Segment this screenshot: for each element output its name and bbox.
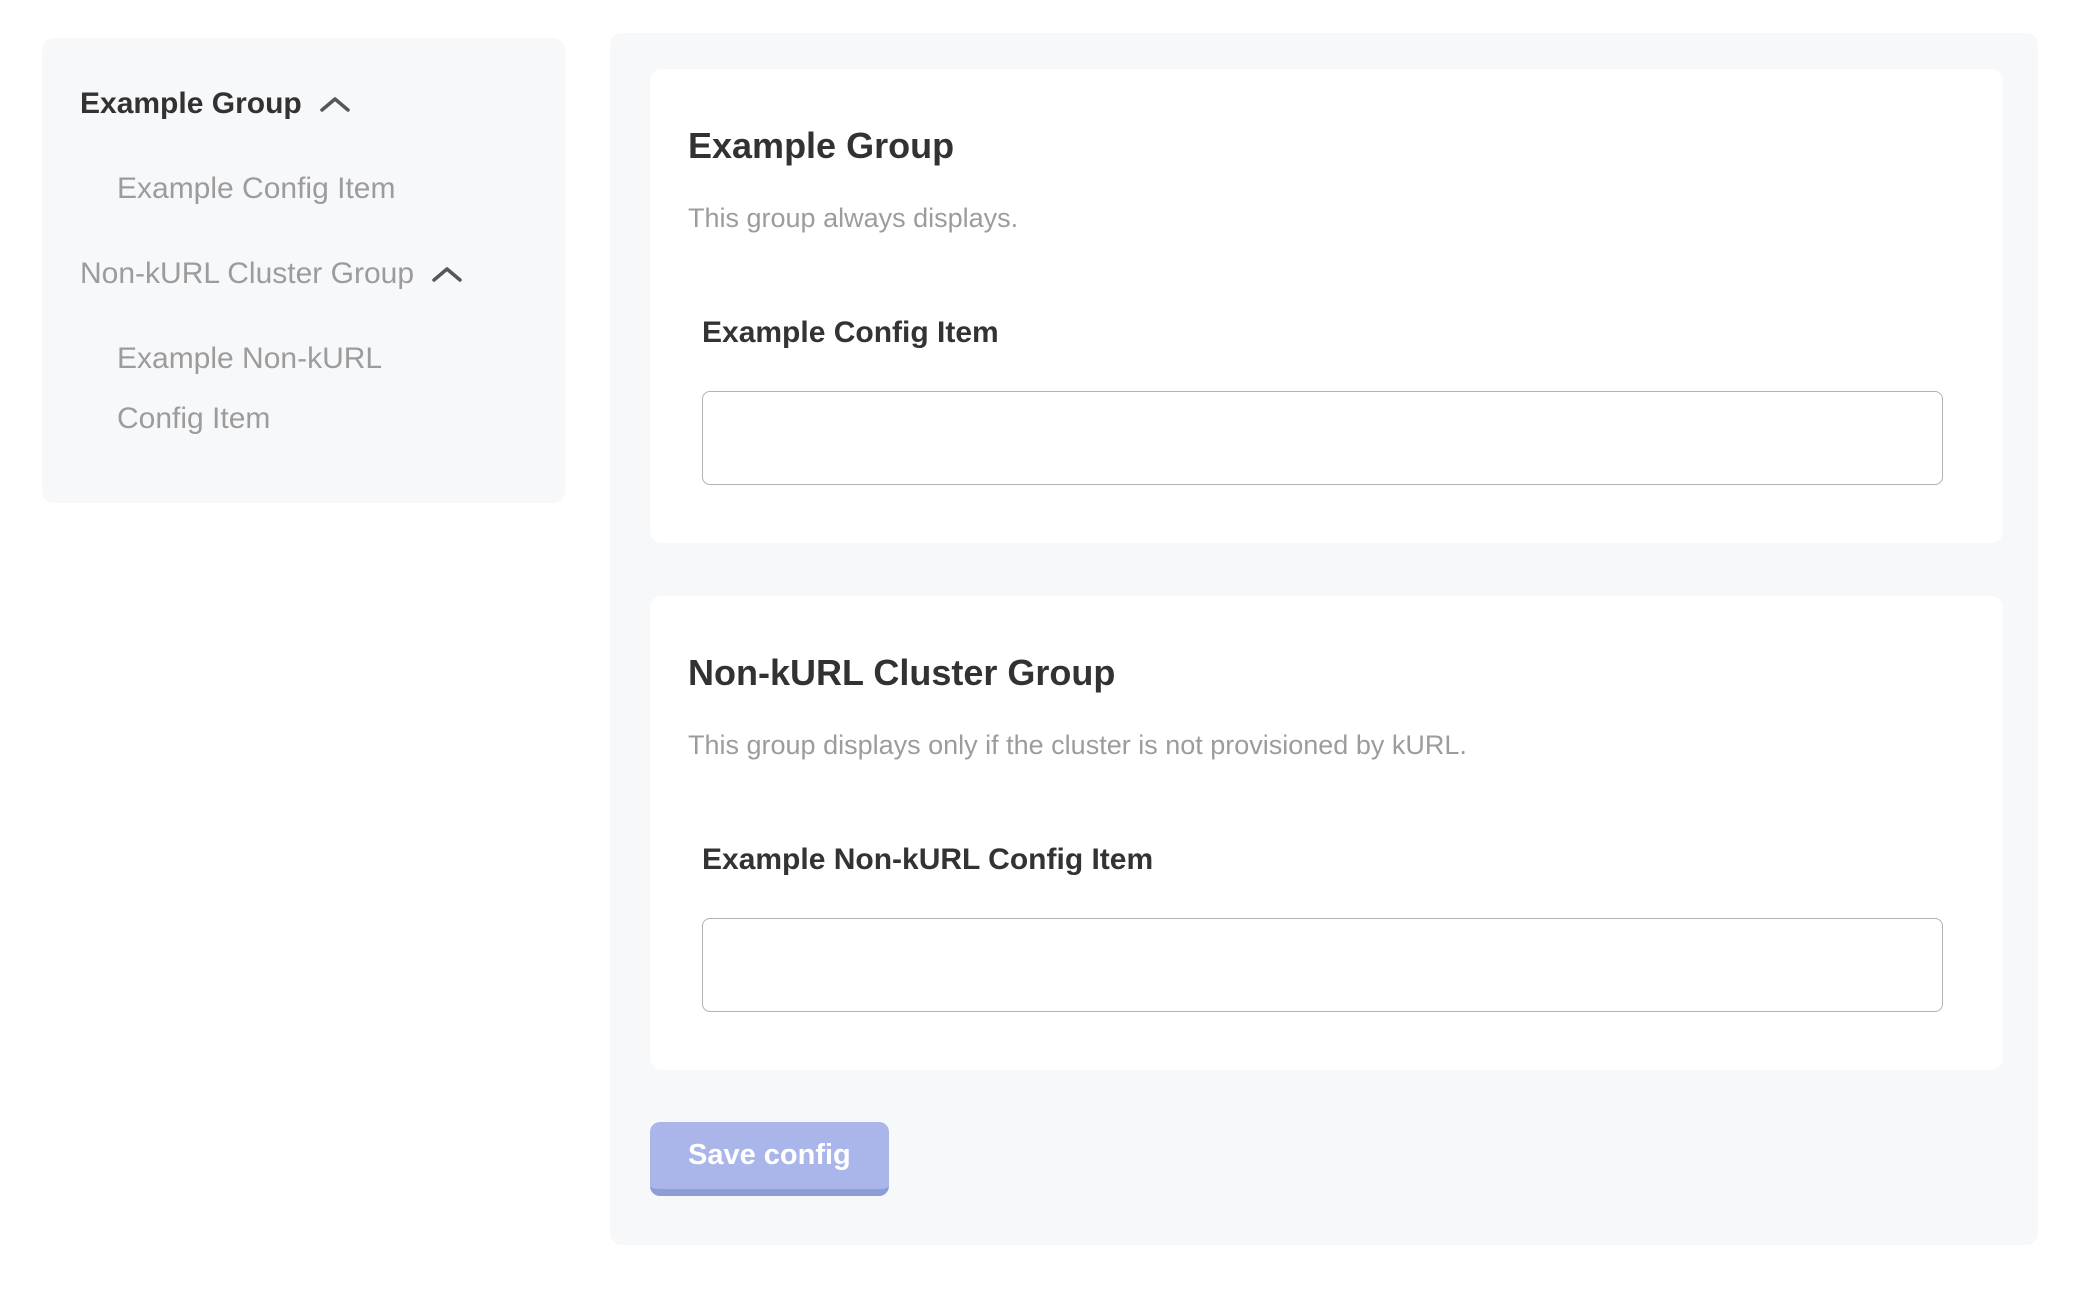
group-title: Non-kURL Cluster Group xyxy=(688,652,1943,694)
config-item: Example Config Item xyxy=(702,315,1943,485)
group-description: This group always displays. xyxy=(688,203,1943,233)
chevron-up-icon xyxy=(432,266,462,282)
config-page: Example Group Example Config Item Non-kU… xyxy=(0,0,2084,1302)
chevron-up-icon xyxy=(320,96,350,112)
config-item: Example Non-kURL Config Item xyxy=(702,842,1943,1012)
group-description: This group displays only if the cluster … xyxy=(688,730,1943,760)
save-config-button[interactable]: Save config xyxy=(650,1122,889,1196)
sidebar-group-example-group[interactable]: Example Group xyxy=(80,74,535,134)
sidebar-group-label: Non-kURL Cluster Group xyxy=(80,244,414,304)
config-content: Example Group This group always displays… xyxy=(610,33,2038,1245)
sidebar-item-example-config-item[interactable]: Example Config Item xyxy=(117,159,535,219)
example-config-item-input[interactable] xyxy=(702,391,1943,485)
config-group-card-non-kurl-cluster-group: Non-kURL Cluster Group This group displa… xyxy=(650,596,2003,1070)
example-non-kurl-config-item-input[interactable] xyxy=(702,918,1943,1012)
sidebar-item-example-non-kurl-config-item[interactable]: Example Non-kURL Config Item xyxy=(117,329,467,449)
sidebar-group-label: Example Group xyxy=(80,74,302,134)
sidebar-group-non-kurl-cluster-group[interactable]: Non-kURL Cluster Group xyxy=(80,244,535,304)
config-nav-sidebar: Example Group Example Config Item Non-kU… xyxy=(42,38,565,503)
config-item-label: Example Config Item xyxy=(702,315,1943,351)
group-title: Example Group xyxy=(688,125,1943,167)
config-item-label: Example Non-kURL Config Item xyxy=(702,842,1943,878)
config-group-card-example-group: Example Group This group always displays… xyxy=(650,69,2003,543)
